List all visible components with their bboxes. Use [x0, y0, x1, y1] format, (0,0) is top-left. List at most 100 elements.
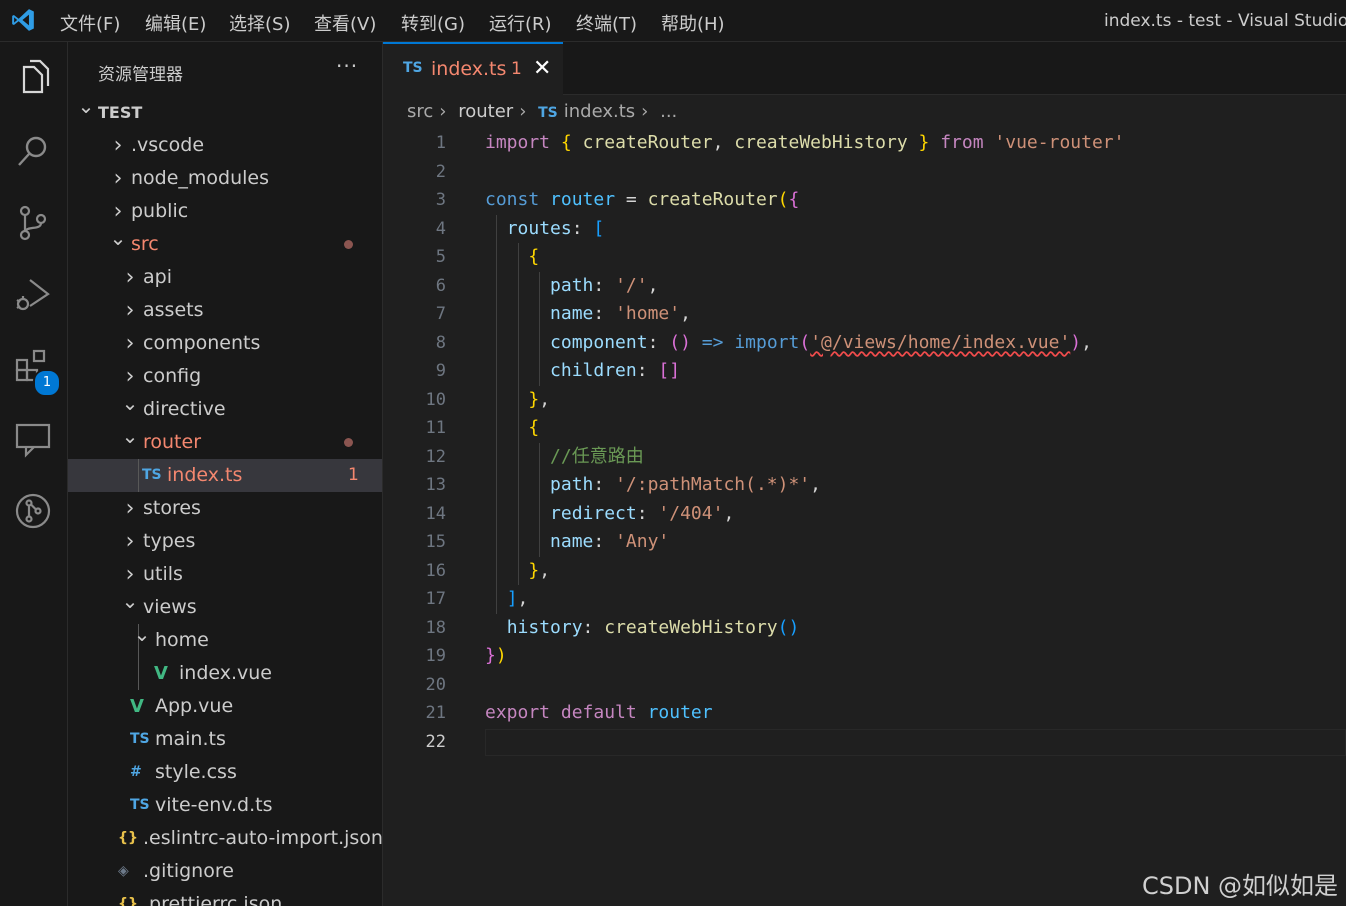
tree-item-label: node_modules — [131, 167, 270, 189]
file-item[interactable]: Vindex.vue — [68, 657, 382, 690]
code-token: redirect — [550, 502, 637, 524]
breadcrumb-src[interactable]: src — [407, 101, 433, 122]
code-token: , — [539, 559, 551, 581]
chevron-right-icon: › — [125, 265, 135, 290]
code-token: ) — [495, 645, 507, 666]
activity-bar: 1 — [0, 42, 68, 906]
code-token: export — [485, 702, 551, 723]
menu-file[interactable]: 文件(F) — [60, 10, 120, 36]
line-number: 5 — [435, 247, 446, 267]
indent-guide — [138, 657, 139, 690]
code-token: , — [723, 502, 735, 524]
code-token: { — [788, 189, 800, 210]
menu-selection[interactable]: 选择(S) — [229, 10, 290, 36]
code-line: 12 //任意路由 — [383, 443, 1346, 472]
folder-item[interactable]: ⌄ TEST — [68, 94, 382, 129]
source-control-icon[interactable] — [12, 202, 54, 244]
tree-item-label: types — [143, 530, 196, 552]
file-item[interactable]: TS index.ts 1 — [68, 459, 382, 492]
menu-edit[interactable]: 编辑(E) — [145, 10, 206, 36]
code-token: , — [647, 274, 659, 296]
folder-item[interactable]: › utils — [68, 558, 382, 591]
tree-item-label: assets — [143, 299, 204, 321]
title-bar: 文件(F) 编辑(E) 选择(S) 查看(V) 转到(G) 运行(R) 终端(T… — [0, 0, 1346, 42]
file-item[interactable]: {} .prettierrc.json — [68, 888, 382, 906]
file-item[interactable]: V App.vue — [68, 690, 382, 723]
code-token: : — [571, 217, 594, 239]
file-item[interactable]: TS vite-env.d.ts — [68, 789, 382, 822]
tree-item-label: .vscode — [131, 134, 205, 156]
menu-run[interactable]: 运行(R) — [489, 10, 552, 36]
file-item[interactable]: # style.css — [68, 756, 382, 789]
menu-view[interactable]: 查看(V) — [314, 10, 376, 36]
explorer-icon[interactable] — [12, 56, 54, 98]
folder-item[interactable]: › api — [68, 261, 382, 294]
breadcrumb-index-ts[interactable]: index.ts — [564, 101, 635, 122]
menu-help[interactable]: 帮助(H) — [661, 10, 725, 36]
folder-item[interactable]: ⌄ directive — [68, 391, 382, 426]
code-text: path: '/:pathMatch(.*)*', — [485, 471, 821, 500]
code-token: 'Any' — [615, 531, 670, 552]
tree-item-label: stores — [143, 497, 201, 519]
more-actions-icon[interactable]: ··· — [336, 54, 358, 78]
folder-item[interactable]: › stores — [68, 492, 382, 525]
code-token: default — [560, 702, 637, 723]
code-line: 3 const router = createRouter({ — [383, 186, 1346, 215]
close-tab-icon[interactable]: ✕ — [533, 56, 551, 81]
code-line: 14 redirect: '/404', — [383, 500, 1346, 529]
code-line: 21 export default router — [383, 699, 1346, 728]
chevron-right-icon: › — [125, 298, 135, 323]
folder-item[interactable]: ⌄ src — [68, 226, 382, 261]
folder-item[interactable]: ⌄ views — [68, 589, 382, 624]
code-line: 18 history: createWebHistory() — [383, 614, 1346, 643]
code-text: name: 'home', — [485, 300, 691, 329]
code-token: : — [593, 303, 616, 324]
folder-item[interactable]: › config — [68, 360, 382, 393]
code-line: 8 component: () => import('@/views/home/… — [383, 329, 1346, 358]
code-token: , — [680, 303, 691, 324]
folder-item[interactable]: › node_modules — [68, 162, 382, 195]
git-graph-icon[interactable] — [12, 490, 54, 532]
code-text: name: 'Any' — [485, 528, 669, 557]
chevron-right-icon: › — [113, 133, 123, 158]
folder-item[interactable]: › types — [68, 525, 382, 558]
folder-item[interactable]: › .vscode — [68, 129, 382, 162]
menu-terminal[interactable]: 终端(T) — [576, 10, 637, 36]
folder-item[interactable]: ⌄ router — [68, 424, 382, 459]
git-file-icon: ◈ — [118, 863, 129, 879]
code-text: component: () => import('@/views/home/in… — [485, 329, 1092, 358]
menu-go[interactable]: 转到(G) — [401, 10, 465, 36]
code-token: = — [615, 189, 648, 210]
code-token: , — [539, 388, 551, 410]
line-number: 17 — [425, 589, 446, 609]
line-number: 6 — [435, 275, 446, 296]
code-line: 5 { — [383, 243, 1346, 272]
window-title: index.ts - test - Visual Studio C — [1104, 11, 1346, 31]
file-item[interactable]: {} .eslintrc-auto-import.json — [68, 822, 382, 855]
code-line: 19}) — [383, 642, 1346, 671]
run-debug-icon[interactable] — [12, 274, 54, 316]
folder-item[interactable]: ⌄ home — [68, 622, 382, 657]
file-item[interactable]: TS main.ts — [68, 723, 382, 756]
tab-index-ts[interactable]: TS index.ts 1 ✕ — [383, 42, 563, 95]
breadcrumb-symbols[interactable]: ... — [660, 101, 677, 122]
breadcrumb-router[interactable]: router — [458, 101, 513, 122]
remote-explorer-icon[interactable] — [12, 418, 54, 460]
vscode-logo-icon — [12, 9, 34, 31]
tree-item-label: api — [143, 266, 172, 288]
folder-item[interactable]: › components — [68, 327, 382, 360]
file-item[interactable]: ◈ .gitignore — [68, 855, 382, 888]
code-editor[interactable]: 1 import { createRouter, createWebHistory… — [383, 129, 1346, 906]
search-icon[interactable] — [12, 130, 54, 172]
code-token: children — [550, 360, 637, 381]
code-token: ( — [777, 189, 789, 210]
typescript-file-icon: TS — [130, 797, 150, 813]
chevron-right-icon: › — [519, 101, 527, 122]
watermark: CSDN @如似如是 — [1142, 872, 1339, 900]
folder-item[interactable]: › assets — [68, 294, 382, 327]
chevron-down-icon: ⌄ — [121, 424, 139, 448]
tree-item-label: index.vue — [179, 662, 272, 684]
